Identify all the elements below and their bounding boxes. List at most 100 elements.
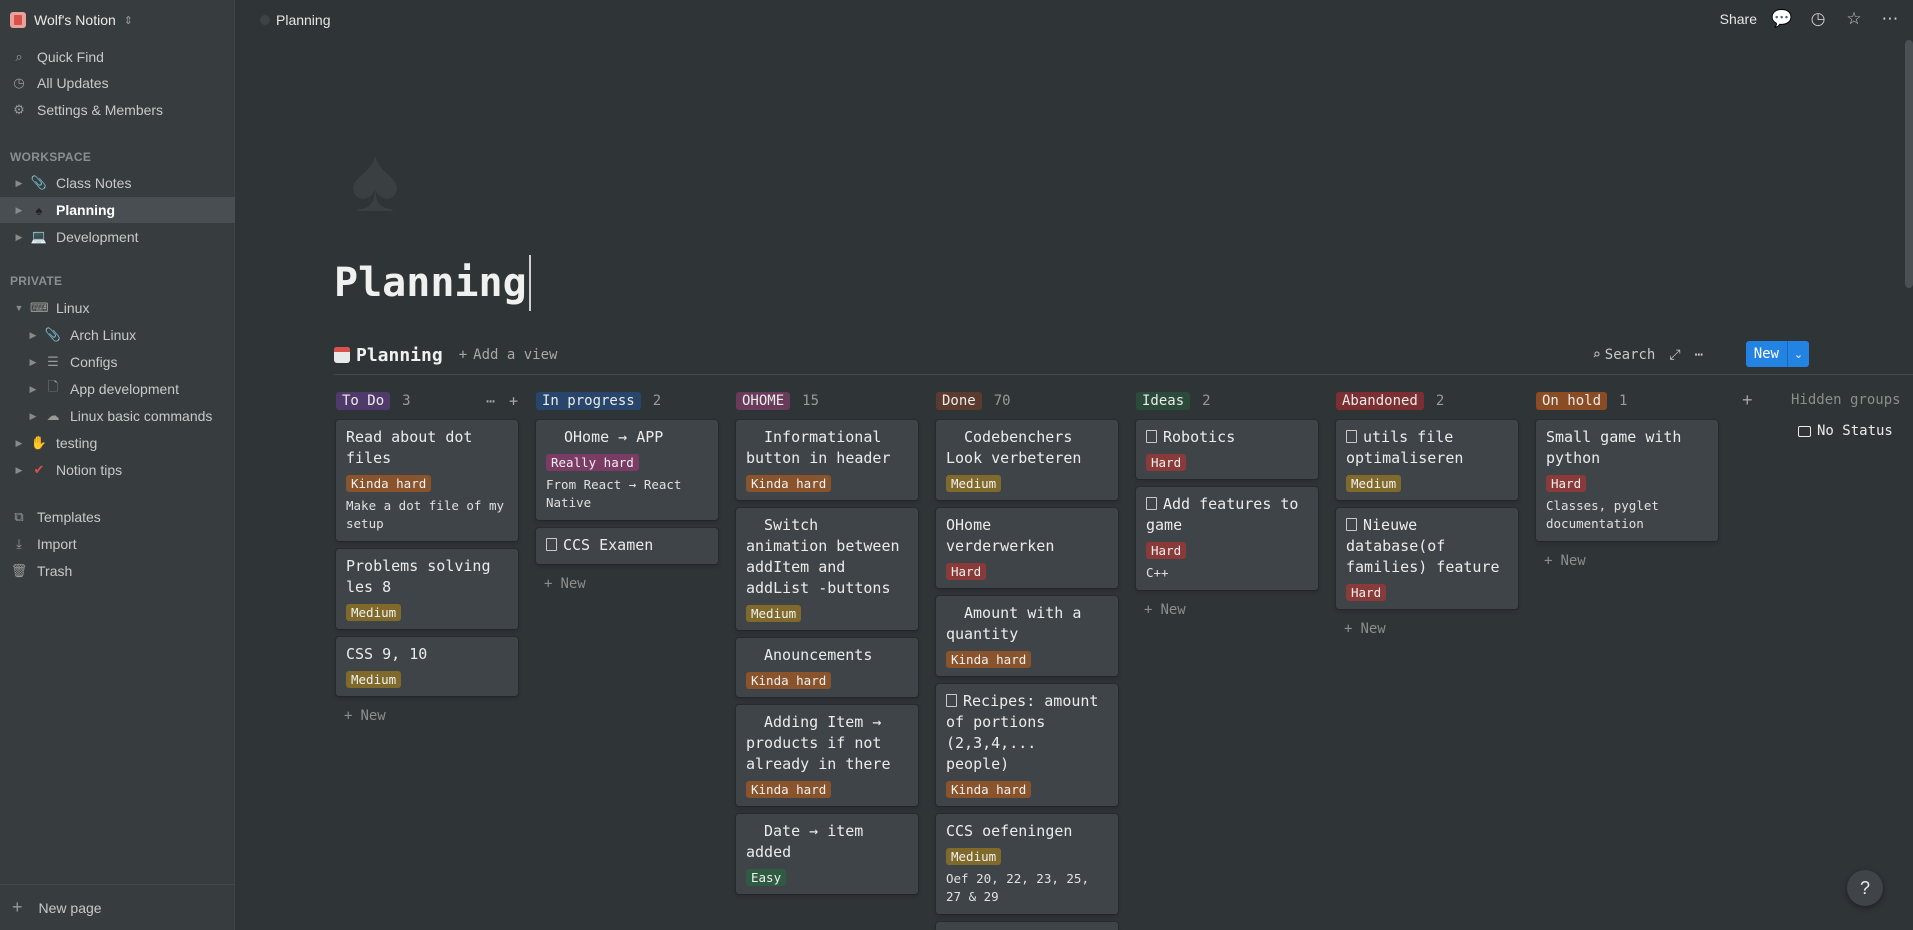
board-card[interactable]: Informational button in header Kinda hard <box>736 420 918 500</box>
board-card[interactable]: Date → item added Easy <box>736 814 918 894</box>
column-status-pill[interactable]: Abandoned <box>1336 392 1424 410</box>
new-page-button[interactable]: + New page <box>0 884 235 930</box>
sidebar-item-development[interactable]: ▶ 💻 Development <box>0 224 235 250</box>
plus-icon[interactable]: + <box>509 392 518 410</box>
board-card[interactable]: CCS Examen <box>536 528 718 564</box>
card-title-text: utils file optimaliseren <box>1346 428 1464 467</box>
import-button[interactable]: ⤓ Import <box>0 531 235 557</box>
expand-icon[interactable]: ⤢ <box>1669 347 1680 363</box>
page-spade-icon[interactable]: ♠ <box>335 134 415 226</box>
column-header[interactable]: In progress 2 <box>536 390 718 412</box>
caret-right-icon[interactable]: ▶ <box>26 411 40 422</box>
page-title[interactable]: Planning <box>334 255 531 311</box>
board-card[interactable]: Read about dot files Kinda hard Make a dot… <box>336 420 518 541</box>
scrollbar[interactable] <box>1905 40 1913 288</box>
board-card[interactable]: OHome → APP Really hard From React → React… <box>536 420 718 520</box>
board-card[interactable]: Codebenchers Look verbeteren Medium <box>936 420 1118 500</box>
column-new-button[interactable]: + New <box>1544 553 1718 569</box>
difficulty-tag: Medium <box>946 848 1002 865</box>
all-updates-button[interactable]: ◷ All Updates <box>0 70 235 96</box>
board-card[interactable]: Amount with a quantity Kinda hard <box>936 596 1118 676</box>
trash-label: Trash <box>37 563 73 579</box>
sidebar-item-app-development[interactable]: ▶ 🗋 App development <box>0 376 235 402</box>
board-card[interactable]: Problem solving <box>936 922 1118 930</box>
board-card[interactable]: Robotics Hard <box>1136 420 1318 479</box>
column-header[interactable]: Ideas 2 <box>1136 390 1318 412</box>
sidebar-item-arch-linux[interactable]: ▶ 📎 Arch Linux <box>0 322 235 348</box>
comment-icon[interactable]: 💬 <box>1771 8 1793 30</box>
board-card[interactable]: CCS oefeningen Medium Oef 20, 22, 23, 25, … <box>936 814 1118 914</box>
caret-right-icon[interactable]: ▶ <box>12 232 26 243</box>
history-clock-icon[interactable]: ◷ <box>1807 8 1829 30</box>
more-icon[interactable]: ⋯ <box>1695 347 1703 363</box>
caret-right-icon[interactable]: ▶ <box>12 465 26 476</box>
card-title: Read about dot files <box>346 427 508 469</box>
sidebar-item-notion-tips[interactable]: ▶ ✔ Notion tips <box>0 457 235 483</box>
column-new-button[interactable]: + New <box>544 576 718 592</box>
column-status-pill[interactable]: To Do <box>336 392 391 410</box>
sidebar-item-class-notes[interactable]: ▶ 📎 Class Notes <box>0 170 235 196</box>
calendar-icon <box>334 347 350 363</box>
no-status-label: No Status <box>1817 423 1893 439</box>
share-button[interactable]: Share <box>1720 11 1757 27</box>
more-icon[interactable]: ⋯ <box>1879 8 1901 30</box>
column-status-pill[interactable]: In progress <box>536 392 641 410</box>
add-group-plus-icon[interactable]: + <box>1742 390 1753 411</box>
column-header[interactable]: OHOME 15 <box>736 390 918 412</box>
sidebar-item-testing[interactable]: ▶ ✋ testing <box>0 430 235 456</box>
column-new-button[interactable]: + New <box>344 708 518 724</box>
caret-down-icon[interactable]: ▼ <box>12 303 26 313</box>
sidebar-item-configs[interactable]: ▶ ☰ Configs <box>0 349 235 375</box>
trash-button[interactable]: 🗑 Trash <box>0 558 235 584</box>
caret-right-icon[interactable]: ▶ <box>26 384 40 395</box>
help-button[interactable]: ? <box>1847 870 1883 906</box>
database-title[interactable]: Planning <box>356 345 443 366</box>
board-card[interactable]: Small game with python Hard Classes, pygle… <box>1536 420 1718 541</box>
column-header[interactable]: Done 70 <box>936 390 1118 412</box>
more-icon[interactable]: ⋯ <box>486 392 495 410</box>
sidebar-item-linux[interactable]: ▼ ⌨ Linux <box>0 295 235 321</box>
board-card[interactable]: Adding Item → products if not already in… <box>736 705 918 806</box>
search-button[interactable]: ⌕ Search <box>1592 347 1655 363</box>
board-card[interactable]: utils file optimaliseren Medium <box>1336 420 1518 500</box>
board-card[interactable]: Switch animation between addItem and add… <box>736 508 918 630</box>
board-card[interactable]: Problems solving les 8 Medium <box>336 549 518 629</box>
column-header[interactable]: To Do 3 ⋯ + <box>336 390 518 412</box>
caret-right-icon[interactable]: ▶ <box>26 330 40 341</box>
board-card[interactable]: CSS 9, 10 Medium <box>336 637 518 696</box>
settings-button[interactable]: ⚙ Settings & Members <box>0 97 235 123</box>
sidebar-item-planning[interactable]: ▶ ♠ Planning <box>0 197 235 223</box>
board-card[interactable]: Anouncements Kinda hard <box>736 638 918 697</box>
breadcrumb[interactable]: Planning <box>260 12 331 28</box>
trash-icon: 🗑 <box>10 563 28 578</box>
column-status-pill[interactable]: Done <box>936 392 982 410</box>
document-icon <box>1346 518 1357 531</box>
star-icon[interactable]: ☆ <box>1843 8 1865 30</box>
column-tools: ⋯ + <box>486 392 518 410</box>
new-button[interactable]: New <box>1745 341 1787 367</box>
difficulty-tag: Kinda hard <box>746 781 832 798</box>
templates-button[interactable]: ⧉ Templates <box>0 504 235 530</box>
sidebar-item-linux-basic-commands[interactable]: ▶ ☁ Linux basic commands <box>0 403 235 429</box>
board-card[interactable]: Nieuwe database(of families) feature Hard <box>1336 508 1518 609</box>
card-title: utils file optimaliseren <box>1346 427 1508 469</box>
quick-find-button[interactable]: ⌕ Quick Find <box>0 44 235 70</box>
workspace-switcher[interactable]: Wolf's Notion ⇕ <box>10 8 133 32</box>
caret-right-icon[interactable]: ▶ <box>26 357 40 368</box>
chevron-down-icon[interactable]: ⌄ <box>1787 341 1809 367</box>
board-card[interactable]: OHome verderwerken Hard <box>936 508 1118 588</box>
caret-right-icon[interactable]: ▶ <box>12 438 26 449</box>
caret-right-icon[interactable]: ▶ <box>12 178 26 189</box>
column-header[interactable]: Abandoned 2 <box>1336 390 1518 412</box>
column-new-button[interactable]: + New <box>1344 621 1518 637</box>
column-new-button[interactable]: + New <box>1144 602 1318 618</box>
board-card[interactable]: Recipes: amount of portions (2,3,4,... p… <box>936 684 1118 806</box>
column-status-pill[interactable]: On hold <box>1536 392 1608 410</box>
column-status-pill[interactable]: OHOME <box>736 392 791 410</box>
column-status-pill[interactable]: Ideas <box>1136 392 1191 410</box>
board-card[interactable]: Add features to game Hard C++ <box>1136 487 1318 590</box>
caret-right-icon[interactable]: ▶ <box>12 205 26 216</box>
no-status-group[interactable]: No Status <box>1798 423 1893 439</box>
add-view-button[interactable]: + Add a view <box>459 347 558 363</box>
column-header[interactable]: On hold 1 <box>1536 390 1718 412</box>
